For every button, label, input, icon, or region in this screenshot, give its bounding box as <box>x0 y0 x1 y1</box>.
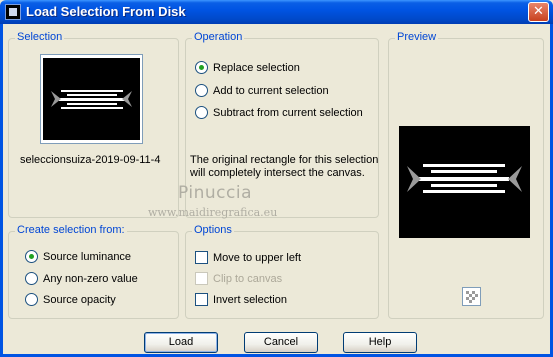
radio-label: Subtract from current selection <box>213 106 363 119</box>
radio-replace-selection[interactable]: Replace selection <box>195 61 300 74</box>
radio-button[interactable] <box>195 106 208 119</box>
selection-thumbnail[interactable] <box>40 54 143 144</box>
preview-legend: Preview <box>395 31 439 43</box>
checker-pattern-button[interactable] <box>462 287 481 306</box>
app-icon <box>5 4 21 20</box>
radio-any-nonzero[interactable]: Any non-zero value <box>25 272 138 285</box>
checkbox-label: Invert selection <box>213 293 287 306</box>
preview-graphic <box>407 164 522 193</box>
cancel-button[interactable]: Cancel <box>244 332 318 353</box>
selection-legend: Selection <box>15 31 65 43</box>
radio-label: Source opacity <box>43 293 116 306</box>
selection-filename: seleccionsuiza-2019-09-11-4 <box>20 154 161 166</box>
preview-image <box>399 126 530 238</box>
checkbox[interactable] <box>195 251 208 264</box>
watermark-url: www.maidiregrafica.eu <box>148 206 278 219</box>
help-button[interactable]: Help <box>343 332 417 353</box>
radio-source-opacity[interactable]: Source opacity <box>25 293 116 306</box>
radio-button[interactable] <box>25 272 38 285</box>
checkbox-label: Clip to canvas <box>213 272 283 285</box>
operation-legend: Operation <box>192 31 245 43</box>
radio-button[interactable] <box>25 250 38 263</box>
watermark-name: Pinuccia <box>178 183 252 203</box>
radio-label: Add to current selection <box>213 84 329 97</box>
window-title: Load Selection From Disk <box>26 4 186 19</box>
radio-label: Any non-zero value <box>43 272 138 285</box>
radio-button[interactable] <box>195 61 208 74</box>
radio-label: Source luminance <box>43 250 132 263</box>
checkbox-label: Move to upper left <box>213 251 302 264</box>
radio-add-selection[interactable]: Add to current selection <box>195 84 329 97</box>
operation-note: The original rectangle for this selectio… <box>190 154 378 180</box>
checker-pattern-icon <box>463 288 480 305</box>
checkbox-move-upper-left[interactable]: Move to upper left <box>195 251 301 264</box>
options-legend: Options <box>192 224 234 236</box>
close-button[interactable]: ✕ <box>528 2 549 22</box>
checkbox <box>195 272 208 285</box>
checkbox[interactable] <box>195 293 208 306</box>
radio-button[interactable] <box>25 293 38 306</box>
radio-button[interactable] <box>195 84 208 97</box>
create-from-legend: Create selection from: <box>15 224 127 236</box>
operation-note-line1: The original rectangle for this selectio… <box>190 154 379 166</box>
checkbox-invert-selection[interactable]: Invert selection <box>195 293 287 306</box>
radio-subtract-selection[interactable]: Subtract from current selection <box>195 106 363 119</box>
load-button[interactable]: Load <box>144 332 218 353</box>
title-bar: Load Selection From Disk ✕ <box>0 0 553 24</box>
thumbnail-graphic <box>51 90 132 109</box>
radio-source-luminance[interactable]: Source luminance <box>25 250 131 263</box>
checkbox-clip-to-canvas: Clip to canvas <box>195 272 282 285</box>
operation-note-line2: will completely intersect the canvas. <box>190 167 365 179</box>
radio-label: Replace selection <box>213 61 300 74</box>
